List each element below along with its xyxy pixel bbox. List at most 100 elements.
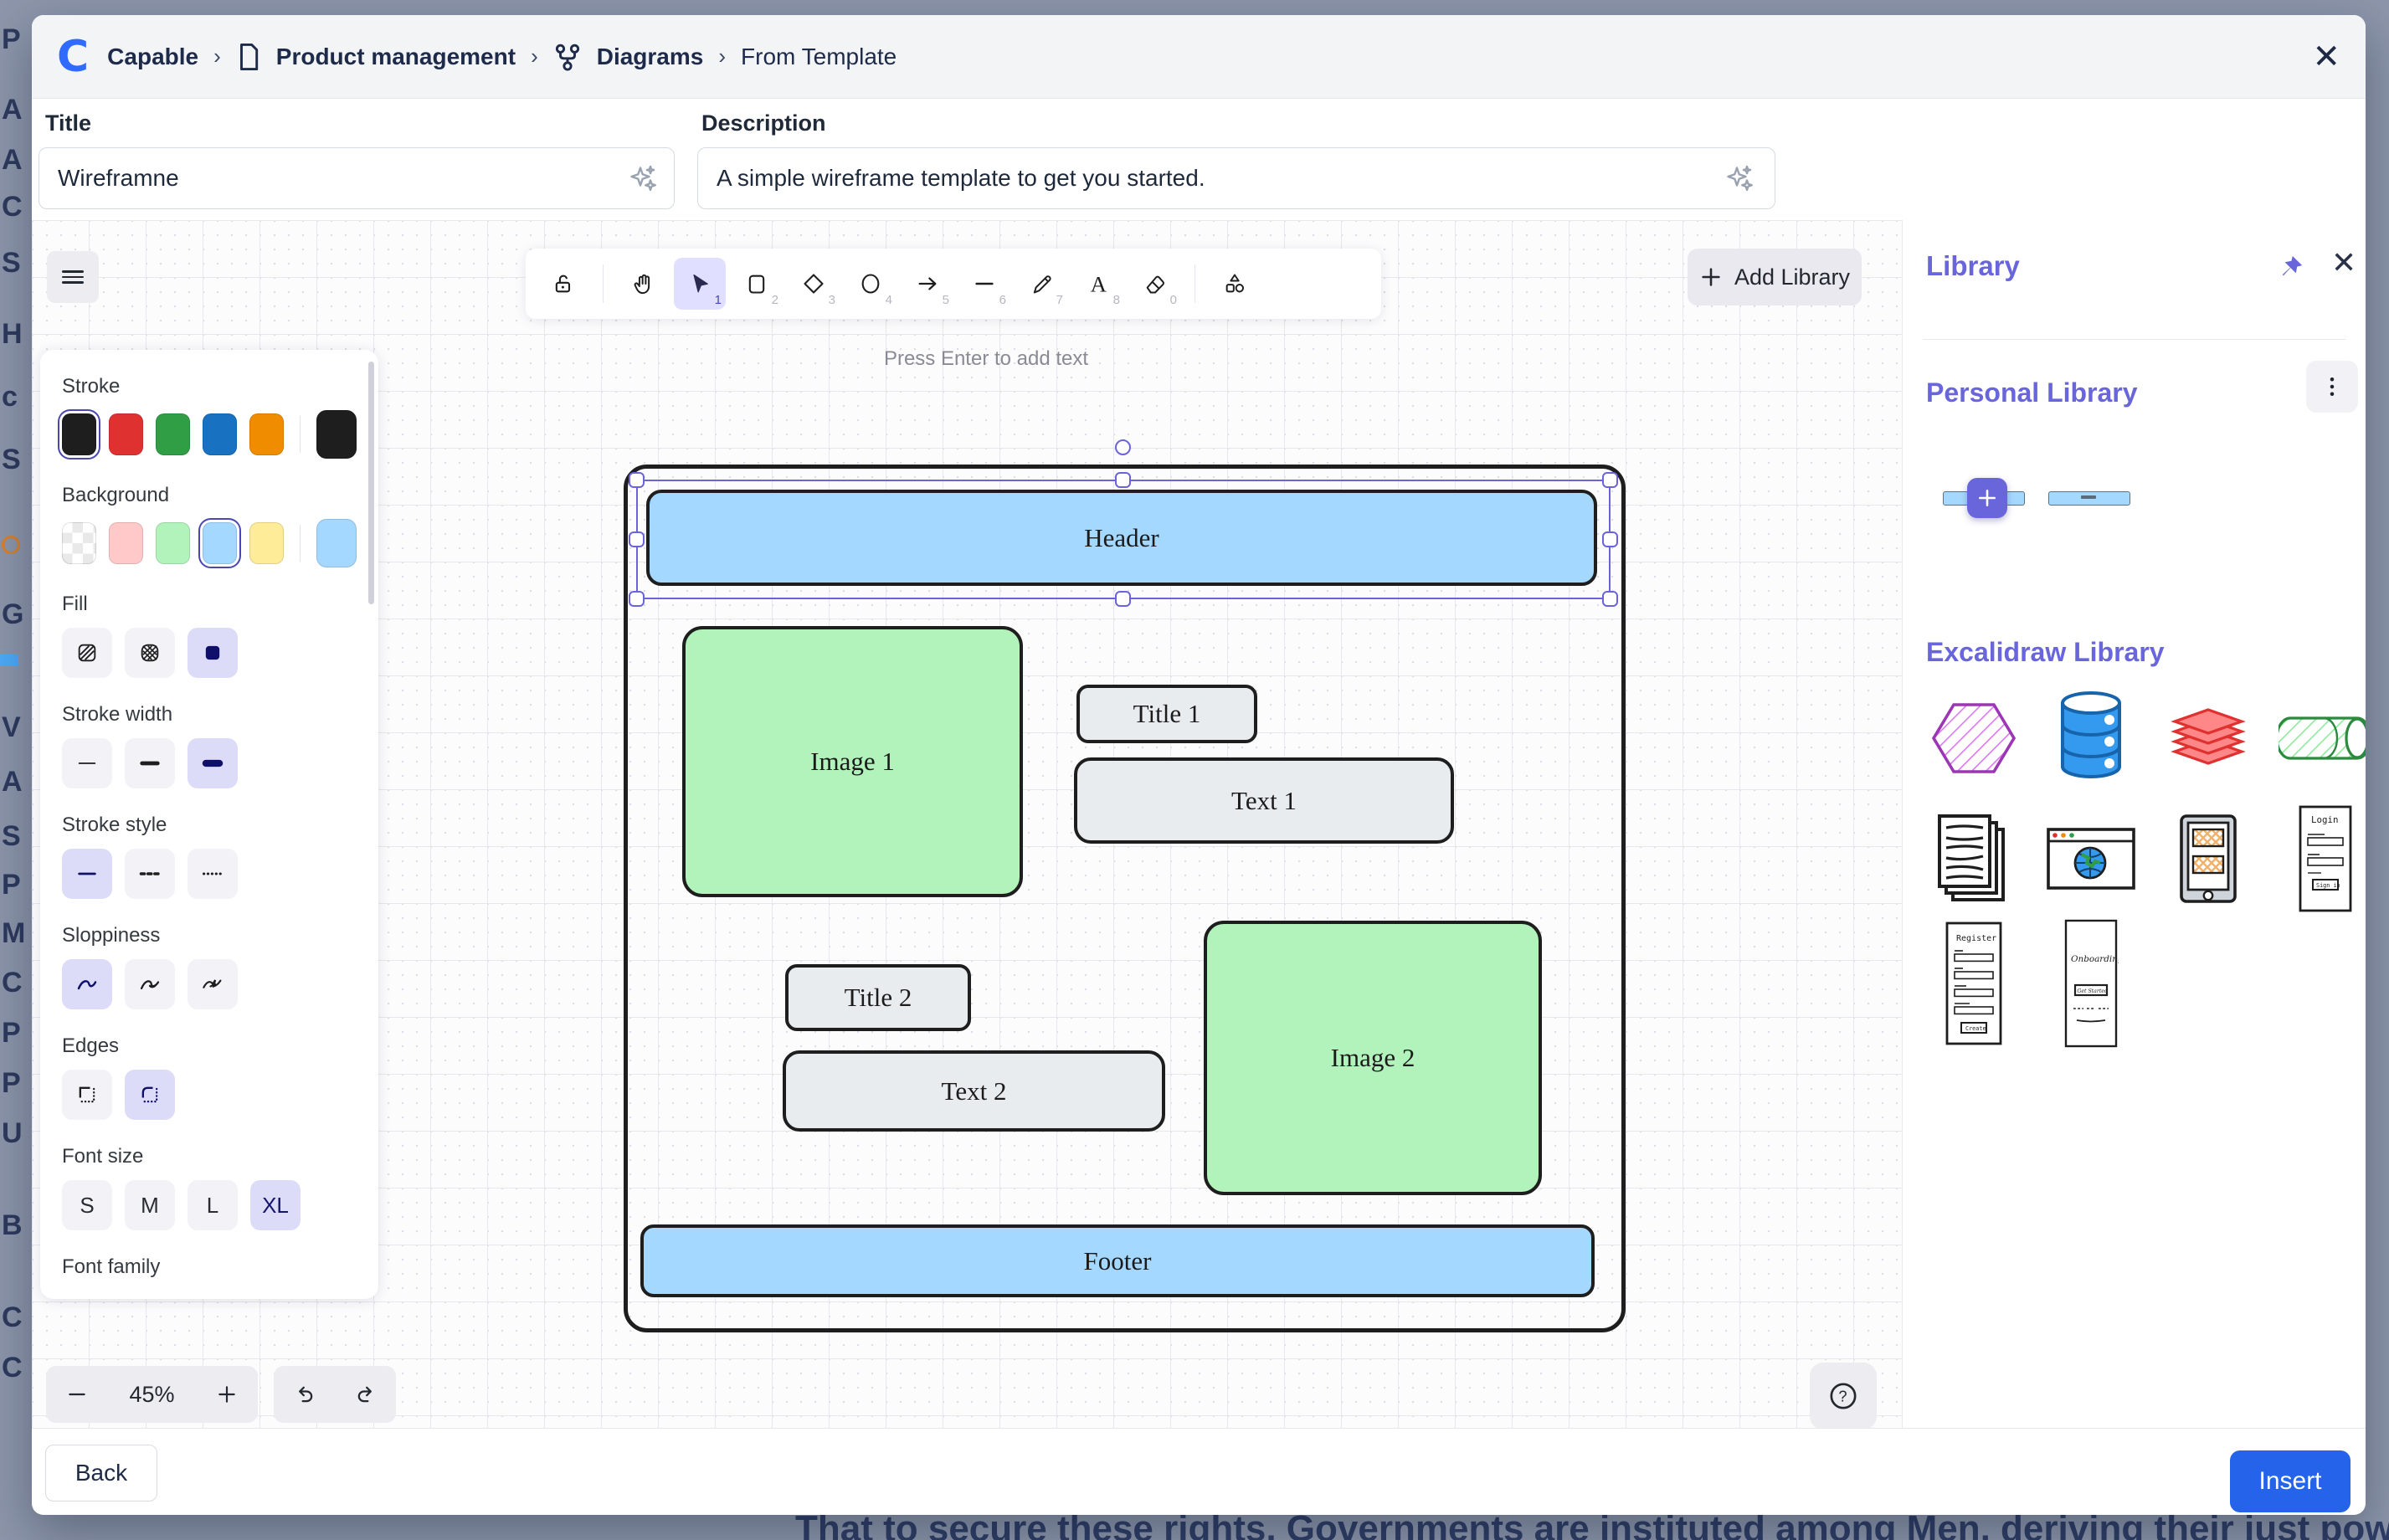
zoom-out-icon[interactable] [66, 1383, 88, 1405]
bg-color-yellow[interactable] [249, 522, 284, 564]
edges-section: Edges [62, 1034, 357, 1120]
selection-box[interactable] [636, 480, 1611, 599]
ellipse-tool[interactable]: 4 [845, 258, 897, 310]
bg-color-transparent[interactable] [62, 522, 96, 564]
library-item-documents[interactable] [1919, 804, 2028, 913]
sloppiness-artist-option[interactable] [125, 959, 175, 1009]
eraser-tool[interactable]: 0 [1129, 258, 1181, 310]
image2-shape[interactable]: Image 2 [1204, 921, 1542, 1195]
insert-button[interactable]: Insert [2230, 1450, 2350, 1512]
zoom-level[interactable]: 45% [129, 1382, 174, 1408]
line-tool[interactable]: 6 [958, 258, 1010, 310]
stroke-style-dotted-option[interactable] [188, 849, 238, 899]
bg-color-green[interactable] [156, 522, 190, 564]
fill-hachure-option[interactable] [62, 628, 112, 678]
zoom-in-icon[interactable] [216, 1383, 238, 1405]
selection-handle-s[interactable] [1115, 591, 1131, 607]
stroke-color-blue[interactable] [203, 413, 237, 455]
question-icon: ? [1826, 1379, 1860, 1413]
stroke-style-dashed-option[interactable] [125, 849, 175, 899]
library-item-mobile-screen[interactable] [2154, 804, 2263, 913]
library-item-hexagon[interactable] [1919, 684, 2028, 793]
selection-handle-sw[interactable] [629, 591, 645, 607]
stroke-color-green[interactable] [156, 413, 190, 455]
excalidraw-library-title: Excalidraw Library [1926, 637, 2165, 668]
personal-library-menu-button[interactable] [2306, 361, 2358, 413]
fill-crosshatch-option[interactable] [125, 628, 175, 678]
selection-handle-nw[interactable] [629, 472, 645, 488]
selection-handle-n[interactable] [1115, 472, 1131, 488]
font-size-xl-option[interactable]: XL [250, 1180, 301, 1230]
title-input[interactable] [39, 147, 675, 209]
backdrop-letter: S [2, 820, 21, 853]
personal-library-item[interactable] [2048, 491, 2130, 506]
library-item-layers[interactable] [2154, 684, 2263, 793]
breadcrumb-item-product-management[interactable]: Product management [276, 44, 516, 70]
text1-shape[interactable]: Text 1 [1074, 757, 1454, 844]
stroke-color-black[interactable] [62, 413, 96, 455]
title2-shape[interactable]: Title 2 [785, 964, 971, 1031]
stroke-width-thin-option[interactable] [62, 738, 112, 788]
add-to-library-button[interactable] [1967, 478, 2007, 518]
stroke-current-color[interactable] [316, 410, 357, 459]
selection-handle-e[interactable] [1602, 531, 1618, 547]
bg-color-blue[interactable] [203, 522, 237, 564]
pin-icon[interactable] [2276, 254, 2304, 286]
stroke-style-solid-option[interactable] [62, 849, 112, 899]
sloppiness-architect-option[interactable] [62, 959, 112, 1009]
selection-rotate-handle[interactable] [1115, 439, 1131, 455]
modal-close-icon[interactable]: ✕ [2312, 40, 2340, 74]
sparkles-icon[interactable] [1724, 164, 1755, 194]
stroke-color-orange[interactable] [249, 413, 284, 455]
lock-tool[interactable] [537, 258, 589, 310]
breadcrumb-item-diagrams[interactable]: Diagrams [597, 44, 704, 70]
stroke-color-red[interactable] [109, 413, 143, 455]
bg-color-pink[interactable] [109, 522, 143, 564]
selection-handle-w[interactable] [629, 531, 645, 547]
register-form-icon: Register Create [1945, 921, 2003, 1046]
library-item-register-form[interactable]: Register Create [1919, 916, 2028, 1050]
selection-handle-ne[interactable] [1602, 472, 1618, 488]
description-input[interactable] [697, 147, 1775, 209]
back-button[interactable]: Back [45, 1445, 157, 1502]
library-item-browser-window[interactable] [2037, 804, 2145, 913]
library-close-icon[interactable]: ✕ [2331, 245, 2356, 280]
shapes-tool[interactable] [1209, 258, 1261, 310]
sloppiness-cartoonist-option[interactable] [188, 959, 238, 1009]
canvas-menu-button[interactable] [47, 251, 99, 303]
library-item-database[interactable] [2037, 680, 2145, 789]
selection-handle-se[interactable] [1602, 591, 1618, 607]
undo-icon[interactable] [293, 1383, 316, 1406]
footer-shape[interactable]: Footer [640, 1224, 1595, 1297]
hand-tool[interactable] [617, 258, 669, 310]
diagram-canvas[interactable]: 1 2 3 4 5 [32, 220, 2366, 1428]
help-button[interactable]: ? [1810, 1363, 1877, 1430]
stroke-width-extrabold-option[interactable] [188, 738, 238, 788]
edges-sharp-option[interactable] [62, 1070, 112, 1120]
arrow-tool[interactable]: 5 [902, 258, 953, 310]
diamond-tool[interactable]: 3 [788, 258, 840, 310]
selection-tool[interactable]: 1 [674, 258, 726, 310]
text-tool[interactable]: A 8 [1072, 258, 1124, 310]
edges-round-option[interactable] [125, 1070, 175, 1120]
library-item-pipe[interactable] [2271, 684, 2366, 793]
sparkles-icon[interactable] [628, 164, 658, 194]
font-size-l-option[interactable]: L [188, 1180, 238, 1230]
draw-tool[interactable]: 7 [1015, 258, 1067, 310]
bg-current-color[interactable] [316, 519, 357, 567]
font-size-s-option[interactable]: S [62, 1180, 112, 1230]
text2-shape[interactable]: Text 2 [783, 1050, 1165, 1132]
fill-solid-option[interactable] [188, 628, 238, 678]
stroke-width-bold-option[interactable] [125, 738, 175, 788]
redo-icon[interactable] [354, 1383, 378, 1406]
library-item-login-form[interactable]: Login Sign in [2271, 798, 2366, 920]
image1-shape[interactable]: Image 1 [682, 626, 1023, 897]
add-library-label: Add Library [1734, 264, 1850, 290]
library-item-onboarding-page[interactable]: Onboarding Page Get Started [2037, 916, 2145, 1050]
font-size-m-option[interactable]: M [125, 1180, 175, 1230]
title1-shape[interactable]: Title 1 [1076, 685, 1257, 743]
breadcrumb-app[interactable]: Capable [107, 44, 198, 70]
add-library-button[interactable]: Add Library [1688, 249, 1862, 305]
panel-scrollbar[interactable] [368, 362, 374, 604]
rectangle-tool[interactable]: 2 [731, 258, 783, 310]
